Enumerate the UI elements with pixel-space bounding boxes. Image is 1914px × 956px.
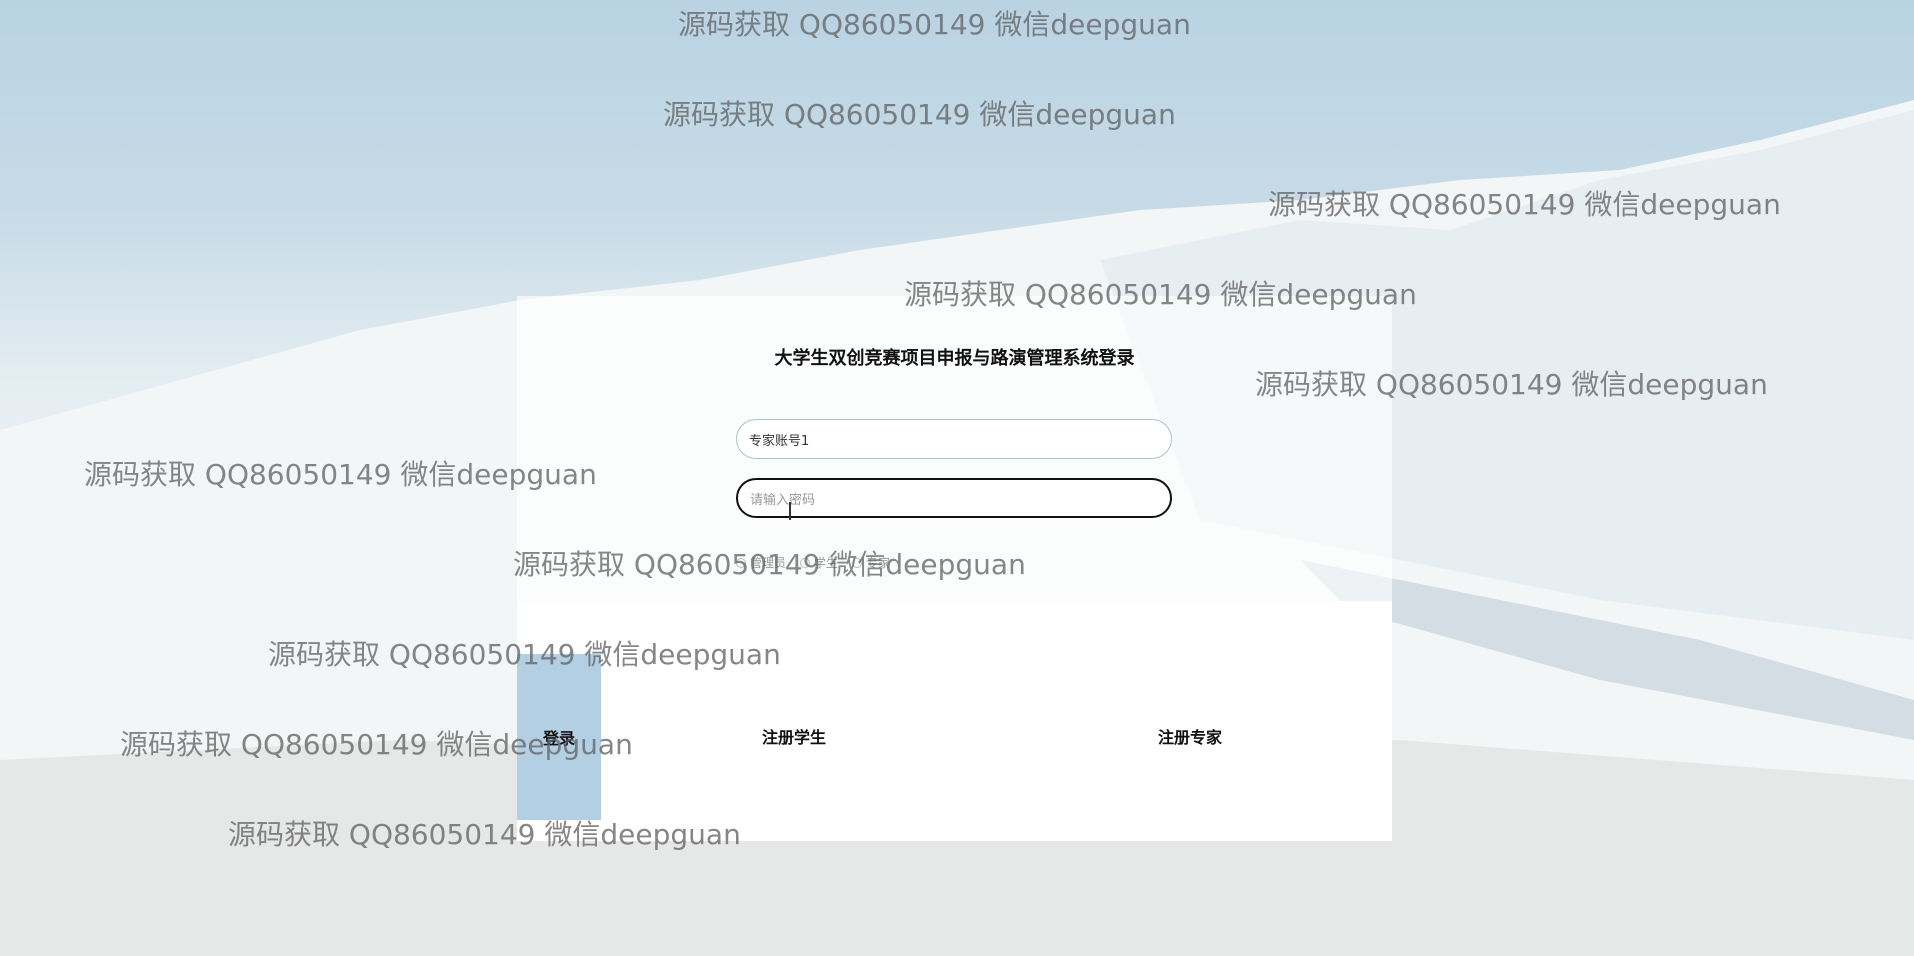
radio-icon[interactable] bbox=[800, 557, 811, 568]
password-input-placeholder: 请输入密码 bbox=[750, 492, 816, 508]
account-input-value: 专家账号1 bbox=[749, 433, 810, 449]
login-button[interactable]: 登录 bbox=[517, 654, 601, 820]
register-student-button[interactable]: 注册学生 bbox=[762, 724, 826, 748]
role-label: 学生 bbox=[814, 556, 839, 570]
register-expert-button[interactable]: 注册专家 bbox=[1158, 724, 1222, 748]
login-panel-footer bbox=[517, 601, 1392, 841]
role-option-expert[interactable]: 专家 bbox=[852, 554, 890, 571]
role-selector: 管理员 学生 专家 bbox=[736, 554, 890, 571]
role-option-admin[interactable]: 管理员 bbox=[736, 554, 786, 571]
role-option-student[interactable]: 学生 bbox=[800, 554, 838, 571]
radio-icon[interactable] bbox=[736, 557, 746, 568]
text-cursor-icon bbox=[789, 502, 791, 520]
login-button-label: 登录 bbox=[542, 729, 575, 748]
role-label: 专家 bbox=[866, 556, 891, 570]
login-panel: 大学生双创竞赛项目申报与路演管理系统登录 专家账号1 请输入密码 管理员 学生 … bbox=[517, 296, 1392, 841]
account-input[interactable]: 专家账号1 bbox=[736, 419, 1172, 459]
role-label: 管理员 bbox=[750, 556, 787, 570]
radio-icon[interactable] bbox=[852, 557, 863, 568]
page-title: 大学生双创竞赛项目申报与路演管理系统登录 bbox=[774, 348, 1135, 369]
password-input[interactable]: 请输入密码 bbox=[736, 478, 1172, 518]
